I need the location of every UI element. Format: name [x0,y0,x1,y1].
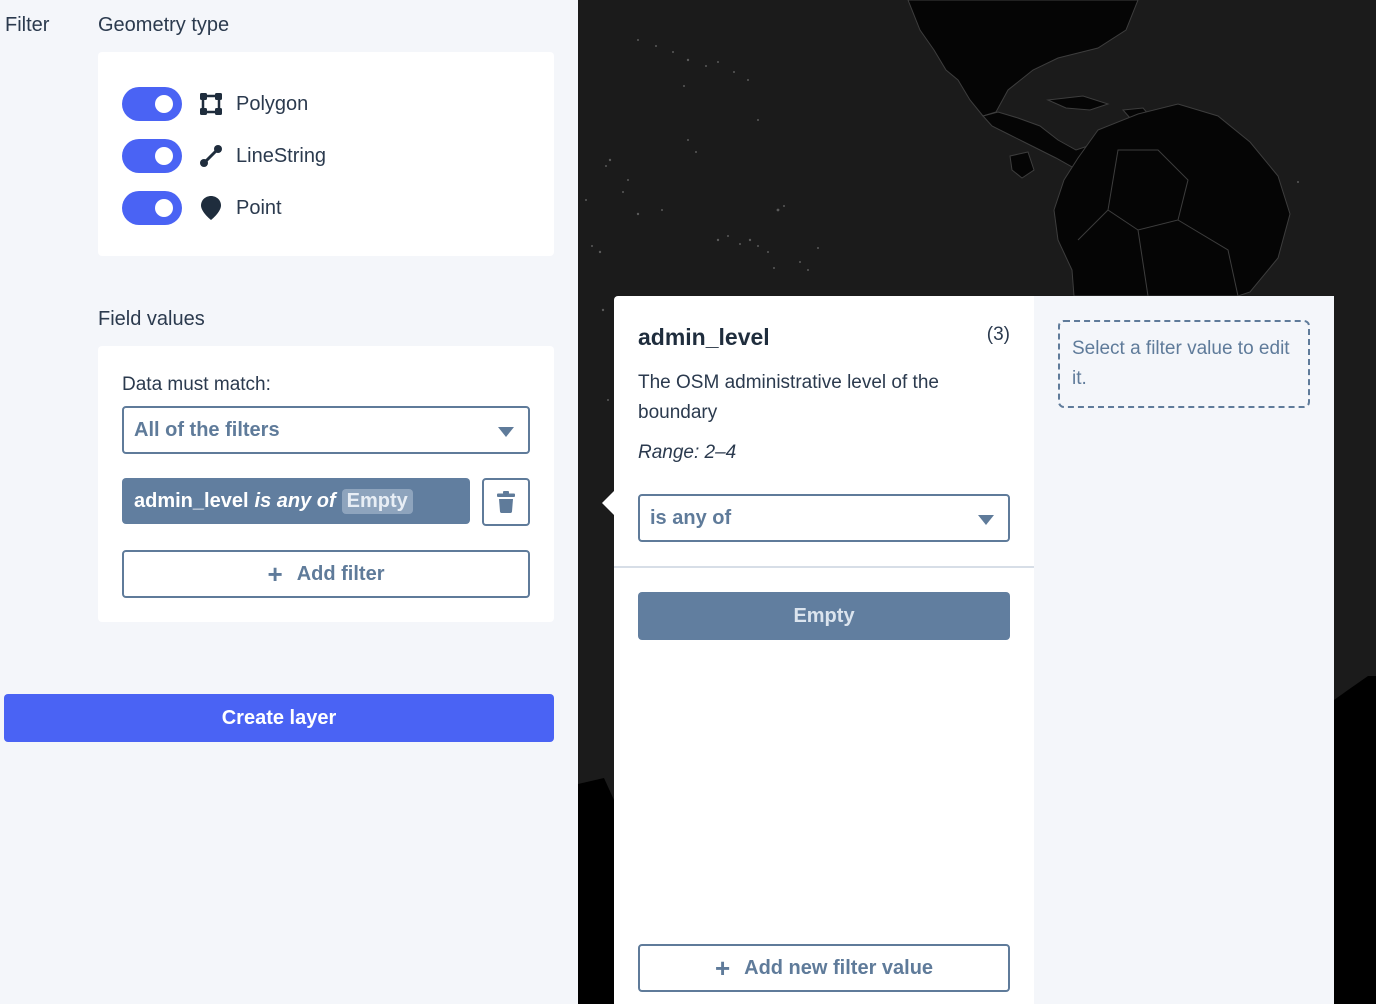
delete-filter-button[interactable] [482,478,530,526]
field-values-card: Data must match: All of the filters admi… [98,346,554,622]
chevron-down-icon [978,515,994,525]
match-mode-value: All of the filters [134,418,280,441]
field-range: Range: 2–4 [638,442,737,463]
filter-chip[interactable]: admin_level is any of Empty [122,478,470,524]
add-new-filter-value-button[interactable]: + Add new filter value [638,944,1010,992]
linestring-icon [198,143,224,169]
geometry-row-polygon: Polygon [122,86,308,122]
antarctic-landmass [578,778,614,1004]
plus-icon: + [714,953,731,983]
point-icon [198,195,224,221]
filter-chip-field: admin_level [134,489,249,512]
field-values-title: Field values [98,308,205,330]
geometry-type-title: Geometry type [98,14,230,36]
point-toggle[interactable] [122,191,182,225]
polygon-label: Polygon [236,92,309,115]
popover-divider [614,566,1034,568]
operator-select[interactable]: is any of [638,494,1010,542]
filter-chip-operator: is any of [254,489,336,512]
geometry-type-card: Polygon LineString Point [98,52,554,256]
africa-landmass [1334,676,1376,1004]
linestring-toggle[interactable] [122,139,182,173]
filter-label: Filter [5,14,50,36]
filter-value-empty-button[interactable]: Empty [638,592,1010,640]
north-america-landmass [907,0,1139,117]
trash-icon [497,491,515,513]
add-filter-label: Add filter [296,562,385,585]
south-america-landmass [1053,103,1291,297]
create-layer-button[interactable]: Create layer [4,694,554,742]
chevron-down-icon [498,427,514,437]
plus-icon: + [267,559,283,589]
operator-select-value: is any of [650,506,732,529]
filter-edit-popover: admin_level (3) The OSM administrative l… [614,296,1334,1004]
popover-field-panel: admin_level (3) The OSM administrative l… [614,296,1034,1004]
match-label: Data must match: [122,374,271,395]
filter-sidebar: Filter Geometry type Polygon LineString … [0,0,578,1004]
add-new-filter-value-label: Add new filter value [744,956,934,979]
point-label: Point [236,196,282,219]
caribbean-island [1046,95,1110,111]
filter-chip-value: Empty [341,488,413,514]
geometry-row-point: Point [122,190,282,226]
island [1009,151,1035,179]
popover-value-editor-panel: Select a filter value to edit it. [1034,296,1334,1004]
polygon-toggle[interactable] [122,87,182,121]
geometry-row-linestring: LineString [122,138,326,174]
match-mode-select[interactable]: All of the filters [122,406,530,454]
popover-arrow [602,491,614,515]
polygon-icon [198,91,224,117]
linestring-label: LineString [236,144,327,167]
field-value-count: (3) [986,324,1010,345]
select-value-hint: Select a filter value to edit it. [1058,320,1310,408]
field-name: admin_level [638,324,770,350]
field-description: The OSM administrative level of the boun… [638,372,939,423]
add-filter-button[interactable]: + Add filter [122,550,530,598]
